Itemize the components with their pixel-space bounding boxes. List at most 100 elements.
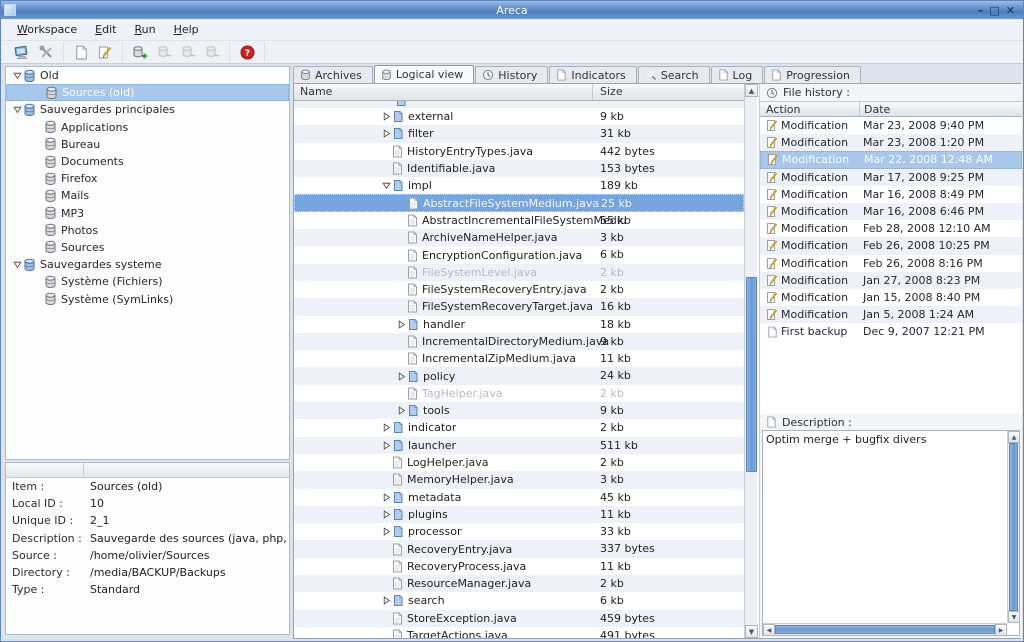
collapse-toggle[interactable] (12, 71, 23, 80)
history-row[interactable]: ModificationMar 16, 2008 8:49 PM (760, 186, 1022, 203)
history-row[interactable]: ModificationFeb 26, 2008 10:25 PM (760, 237, 1022, 254)
file-row-processor[interactable]: processor33 kb (294, 523, 744, 540)
history-row[interactable]: ModificationMar 16, 2008 6:46 PM (760, 203, 1022, 220)
sidebar-item-syst-me-fichiers-[interactable]: Système (Fichiers) (6, 273, 289, 290)
file-row-historyentrytypes-java[interactable]: HistoryEntryTypes.java442 bytes (294, 143, 744, 160)
history-row[interactable]: ModificationMar 22, 2008 12:48 AM (760, 151, 1022, 168)
file-row-launcher[interactable]: launcher511 kb (294, 437, 744, 454)
expand-toggle[interactable] (381, 527, 392, 536)
sidebar-item-old[interactable]: Old (6, 67, 289, 84)
history-row[interactable]: ModificationMar 23, 2008 1:20 PM (760, 134, 1022, 151)
description-box[interactable]: Optim merge + bugfix divers ▲ ▼ ◀ ▶ (762, 430, 1020, 636)
sidebar-item-mp3[interactable]: MP3 (6, 205, 289, 222)
backup-button[interactable] (128, 42, 152, 62)
edit-target-button[interactable] (93, 42, 117, 62)
file-row-handler[interactable]: handler18 kb (294, 316, 744, 333)
expand-toggle[interactable] (381, 112, 392, 121)
sidebar-item-documents[interactable]: Documents (6, 153, 289, 170)
workspace-preferences-button[interactable] (34, 42, 58, 62)
sidebar-item-sauvegardes-systeme[interactable]: Sauvegardes systeme (6, 256, 289, 273)
column-header-name[interactable]: Name (294, 84, 593, 100)
scroll-down-button[interactable]: ▼ (1008, 611, 1020, 623)
tab-progression[interactable]: Progression (764, 66, 861, 83)
file-row-indicator[interactable]: indicator2 kb (294, 419, 744, 436)
file-row-abstractfilesystemmedium-java[interactable]: AbstractFileSystemMedium.java25 kb (294, 194, 744, 211)
history-row[interactable]: ModificationMar 17, 2008 9:25 PM (760, 169, 1022, 186)
scroll-right-button[interactable]: ▶ (995, 624, 1007, 636)
file-row-taghelper-java[interactable]: TagHelper.java2 kb (294, 385, 744, 402)
history-row[interactable]: ModificationMar 23, 2008 9:40 PM (760, 117, 1022, 134)
history-row[interactable]: First backupDec 9, 2007 12:21 PM (760, 323, 1022, 340)
file-row-filter[interactable]: filter31 kb (294, 125, 744, 142)
file-row-recoveryentry-java[interactable]: RecoveryEntry.java337 bytes (294, 540, 744, 557)
new-target-button[interactable] (69, 42, 93, 62)
sidebar-item-mails[interactable]: Mails (6, 187, 289, 204)
close-button[interactable]: ✕ (1006, 5, 1015, 16)
file-row-identifiable-java[interactable]: Identifiable.java153 bytes (294, 160, 744, 177)
file-row-resourcemanager-java[interactable]: ResourceManager.java2 kb (294, 575, 744, 592)
file-row-storeexception-java[interactable]: StoreException.java459 bytes (294, 610, 744, 627)
file-row-memoryhelper-java[interactable]: MemoryHelper.java3 kb (294, 471, 744, 488)
scroll-left-button[interactable]: ◀ (763, 624, 775, 636)
file-row-tools[interactable]: tools9 kb (294, 402, 744, 419)
scrollbar-thumb[interactable] (1009, 443, 1018, 611)
sidebar-item-bureau[interactable]: Bureau (6, 136, 289, 153)
maximize-button[interactable]: □ (989, 5, 999, 16)
tab-search[interactable]: Search (638, 66, 710, 83)
file-row-encryptionconfiguration-java[interactable]: EncryptionConfiguration.java6 kb (294, 246, 744, 263)
file-row-search[interactable]: search6 kb (294, 592, 744, 609)
scrollbar-thumb[interactable] (775, 625, 995, 634)
collapse-toggle[interactable] (381, 181, 392, 190)
minimize-button[interactable]: – (978, 5, 984, 16)
column-header-action[interactable]: Action (760, 102, 860, 116)
tab-history[interactable]: History (475, 66, 548, 83)
expand-toggle[interactable] (381, 129, 392, 138)
history-row[interactable]: ModificationJan 15, 2008 8:40 PM (760, 289, 1022, 306)
file-row-recoveryprocess-java[interactable]: RecoveryProcess.java11 kb (294, 558, 744, 575)
expand-toggle[interactable] (381, 510, 392, 519)
column-header-date[interactable]: Date (860, 102, 1022, 116)
sidebar-item-sources[interactable]: Sources (6, 239, 289, 256)
file-row-incrementalzipmedium-java[interactable]: IncrementalZipMedium.java11 kb (294, 350, 744, 367)
help-button[interactable]: ? (235, 42, 259, 62)
sidebar-item-photos[interactable]: Photos (6, 222, 289, 239)
expand-toggle[interactable] (381, 493, 392, 502)
tab-indicators[interactable]: Indicators (549, 66, 636, 83)
expand-toggle[interactable] (381, 441, 392, 450)
file-row-loghelper-java[interactable]: LogHelper.java2 kb (294, 454, 744, 471)
file-row-abstractincrementalfilesystemmediu[interactable]: AbstractIncrementalFileSystemMediu55 kb (294, 212, 744, 229)
menu-edit[interactable]: Edit (87, 21, 124, 38)
description-hscrollbar[interactable]: ◀ ▶ (763, 623, 1007, 635)
expand-toggle[interactable] (381, 596, 392, 605)
sidebar-item-sources-old-[interactable]: Sources (old) (6, 84, 289, 101)
history-row[interactable]: ModificationJan 5, 2008 1:24 AM (760, 306, 1022, 323)
description-vscrollbar[interactable]: ▲ ▼ (1007, 431, 1019, 623)
open-workspace-button[interactable] (10, 42, 34, 62)
sidebar-item-syst-me-symlinks-[interactable]: Système (SymLinks) (6, 290, 289, 307)
menu-workspace[interactable]: Workspace (9, 21, 85, 38)
tab-archives[interactable]: Archives (293, 66, 373, 83)
partially-scrolled-row[interactable] (294, 101, 744, 108)
tab-log[interactable]: Log (711, 66, 764, 83)
sidebar-item-sauvegardes-principales[interactable]: Sauvegardes principales (6, 101, 289, 118)
sidebar-item-applications[interactable]: Applications (6, 119, 289, 136)
scroll-down-button[interactable]: ▼ (745, 625, 758, 638)
expand-toggle[interactable] (396, 372, 407, 381)
history-row[interactable]: ModificationFeb 26, 2008 8:16 PM (760, 255, 1022, 272)
file-row-external[interactable]: external9 kb (294, 108, 744, 125)
history-row[interactable]: ModificationFeb 28, 2008 12:10 AM (760, 220, 1022, 237)
scroll-up-button[interactable]: ▲ (745, 84, 758, 97)
file-row-incrementaldirectorymedium-java[interactable]: IncrementalDirectoryMedium.java9 kb (294, 333, 744, 350)
file-tree-scrollbar[interactable]: ▲ ▼ (744, 84, 757, 638)
file-row-filesystemrecoveryentry-java[interactable]: FileSystemRecoveryEntry.java2 kb (294, 281, 744, 298)
file-row-plugins[interactable]: plugins11 kb (294, 506, 744, 523)
tab-logical-view[interactable]: Logical view (374, 65, 474, 83)
file-row-policy[interactable]: policy24 kb (294, 367, 744, 384)
expand-toggle[interactable] (381, 423, 392, 432)
scroll-up-button[interactable]: ▲ (1008, 431, 1020, 443)
menu-run[interactable]: Run (126, 21, 163, 38)
scrollbar-thumb[interactable] (746, 277, 757, 472)
collapse-toggle[interactable] (12, 260, 23, 269)
history-row[interactable]: ModificationJan 27, 2008 8:23 PM (760, 272, 1022, 289)
file-row-archivenamehelper-java[interactable]: ArchiveNameHelper.java3 kb (294, 229, 744, 246)
